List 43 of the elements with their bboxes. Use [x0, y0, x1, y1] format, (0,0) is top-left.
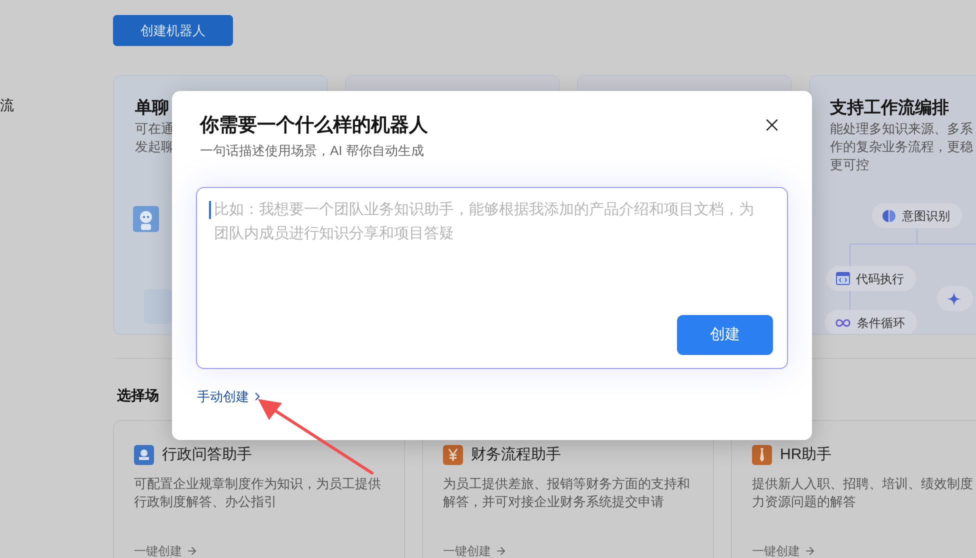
- card-description: 更可控: [830, 156, 870, 174]
- person-icon: [134, 445, 154, 466]
- prompt-box[interactable]: 比如：我想要一个团队业务知识助手，能够根据我添加的产品介绍和项目文档，为团队内成员进行知识分享和项目答疑 创建: [196, 187, 788, 369]
- node-label: 意图识别: [902, 208, 950, 224]
- infinity-icon: [835, 318, 851, 328]
- create-bot-button[interactable]: 创建机器人: [113, 15, 233, 46]
- arrow-right-icon: [804, 544, 816, 556]
- arrow-right-icon: [495, 544, 507, 556]
- dialog-title: 你需要一个什么样的机器人: [200, 114, 428, 138]
- dialog-subtitle: 一句话描述使用场景，AI 帮你自动生成: [200, 142, 425, 160]
- scenario-description: 力资源问题的解答: [752, 492, 857, 510]
- sparkle-icon: [947, 292, 961, 306]
- scenario-description: 为员工提供差旅、报销等财务方面的支持和: [443, 474, 691, 492]
- scenario-description: 可配置企业规章制度作为知识，为员工提供: [134, 474, 382, 492]
- manual-create-link[interactable]: 手动创建: [197, 387, 264, 406]
- chat-bubble: [144, 289, 172, 324]
- sidebar-item[interactable]: 流: [0, 97, 14, 113]
- card-description: 可在通: [135, 120, 174, 138]
- create-button[interactable]: 创建: [677, 315, 773, 355]
- quick-create-link[interactable]: 一键创建: [752, 544, 816, 558]
- code-icon: [836, 272, 850, 285]
- card-description: 作的复杂业务流程，更稳: [830, 138, 974, 156]
- yen-icon: [443, 445, 463, 466]
- scenario-description: 解答，并可对接企业财务系统提交申请: [443, 492, 665, 510]
- node-label: 条件循环: [857, 314, 905, 332]
- card-title: 支持工作流编排: [830, 97, 950, 119]
- scenario-description: 行政制度解答、办公指引: [134, 492, 278, 510]
- tie-icon: [752, 445, 772, 466]
- brain-icon: [882, 208, 896, 222]
- arrow-right-icon: [186, 544, 198, 556]
- scenario-card[interactable]: HR助手 提供新人入职、招聘、培训、绩效制度 力资源问题的解答 一键创建: [731, 420, 976, 558]
- scenario-title: 行政问答助手: [162, 445, 252, 465]
- node-label: 代码执行: [856, 270, 904, 288]
- quick-create-link[interactable]: 一键创建: [134, 544, 198, 558]
- quick-create-link[interactable]: 一键创建: [443, 544, 507, 558]
- scenario-title: HR助手: [780, 445, 832, 465]
- scenario-description: 提供新人入职、招聘、培训、绩效制度: [752, 474, 974, 492]
- card-description: 能处理多知识来源、多系: [830, 120, 974, 138]
- robot-icon: [133, 206, 159, 232]
- section-title: 选择场: [117, 386, 159, 405]
- card-title: 单聊: [135, 97, 170, 119]
- scenario-title: 财务流程助手: [471, 445, 561, 465]
- text-cursor: [209, 201, 211, 219]
